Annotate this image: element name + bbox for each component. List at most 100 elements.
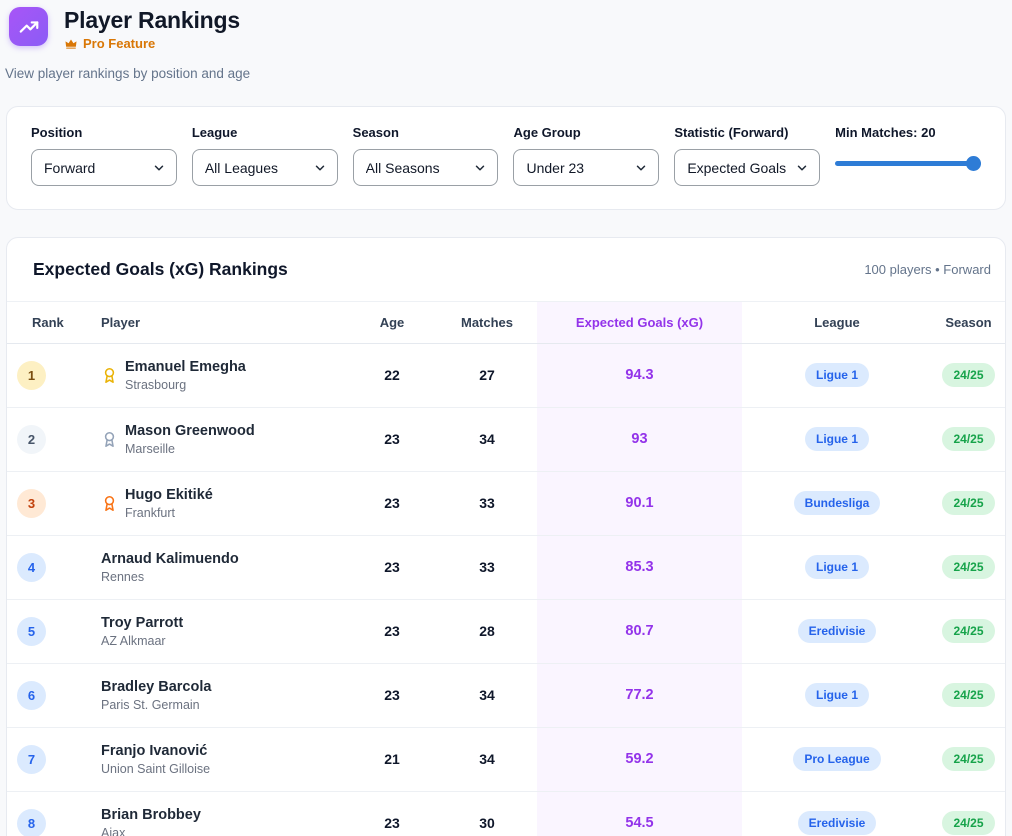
player-club: Marseille bbox=[125, 441, 176, 456]
title-block: Player Rankings Pro Feature bbox=[64, 7, 240, 51]
league-value: All Leagues bbox=[204, 159, 278, 176]
season-badge: 24/25 bbox=[942, 683, 995, 708]
min-matches-label: Min Matches: 20 bbox=[835, 125, 936, 141]
player-club: AZ Alkmaar bbox=[101, 633, 166, 648]
age-value: 23 bbox=[347, 599, 437, 664]
filter-position: Position Forward bbox=[31, 125, 177, 187]
column-header-xg: Expected Goals (xG) bbox=[537, 302, 742, 344]
xg-value: 90.1 bbox=[537, 471, 742, 536]
position-value: Forward bbox=[44, 159, 96, 176]
player-cell: Emanuel Emegha Strasbourg bbox=[77, 359, 347, 392]
matches-value: 34 bbox=[437, 727, 537, 792]
player-club: Frankfurt bbox=[125, 505, 176, 520]
position-select[interactable]: Forward bbox=[31, 149, 177, 187]
medal-icon bbox=[101, 495, 118, 512]
filter-league: League All Leagues bbox=[191, 125, 338, 187]
player-club: Rennes bbox=[101, 569, 145, 584]
season-badge: 24/25 bbox=[942, 427, 995, 452]
player-cell: Arnaud Kalimuendo Rennes bbox=[77, 551, 347, 584]
player-name: Bradley Barcola bbox=[101, 678, 212, 695]
page-header: Player Rankings Pro Feature View player … bbox=[0, 0, 1012, 81]
rankings-table: Rank Player Age Matches Expected Goals (… bbox=[7, 302, 1005, 836]
table-row: 8 Brian Brobbey Ajax 23 30 54.5 Eredivis… bbox=[7, 791, 1005, 836]
player-club: Strasbourg bbox=[125, 377, 187, 392]
filter-bar: Position Forward League All Leagues Seas… bbox=[6, 106, 1006, 211]
table-row: 7 Franjo Ivanović Union Saint Gilloise 2… bbox=[7, 727, 1005, 792]
chevron-down-icon bbox=[797, 165, 807, 171]
season-badge: 24/25 bbox=[942, 363, 995, 388]
age-value: 23 bbox=[347, 471, 437, 536]
page-title: Player Rankings bbox=[64, 7, 240, 33]
column-header-matches: Matches bbox=[437, 302, 537, 344]
chevron-down-icon bbox=[476, 165, 485, 171]
season-select[interactable]: All Seasons bbox=[352, 149, 499, 187]
season-badge: 24/25 bbox=[942, 555, 995, 580]
rankings-title: Expected Goals (xG) Rankings bbox=[33, 259, 288, 280]
league-badge: Ligue 1 bbox=[804, 363, 869, 388]
column-header-league: League bbox=[742, 302, 932, 344]
season-badge: 24/25 bbox=[942, 747, 995, 772]
slider-thumb[interactable] bbox=[965, 156, 981, 172]
season-badge: 24/25 bbox=[942, 619, 995, 644]
player-cell: Franjo Ivanović Union Saint Gilloise bbox=[77, 743, 347, 776]
column-header-season: Season bbox=[932, 302, 1005, 344]
rank-badge: 8 bbox=[17, 808, 46, 836]
player-name: Mason Greenwood bbox=[125, 422, 255, 439]
chevron-down-icon bbox=[315, 165, 324, 171]
matches-value: 34 bbox=[437, 663, 537, 728]
statistic-value: Expected Goals (xG) bbox=[687, 159, 789, 176]
xg-value: 77.2 bbox=[537, 663, 742, 728]
rankings-card: Expected Goals (xG) Rankings 100 players… bbox=[6, 237, 1006, 836]
table-row: 4 Arnaud Kalimuendo Rennes 23 33 85.3 Li… bbox=[7, 535, 1005, 600]
age-value: 22 bbox=[347, 343, 437, 408]
season-badge: 24/25 bbox=[942, 811, 995, 836]
rank-badge: 4 bbox=[17, 552, 46, 582]
statistic-label: Statistic (Forward) bbox=[674, 125, 789, 141]
age-value: 23 bbox=[347, 535, 437, 600]
matches-value: 28 bbox=[437, 599, 537, 664]
league-label: League bbox=[191, 125, 238, 141]
xg-value: 93 bbox=[537, 407, 742, 472]
league-badge: Ligue 1 bbox=[804, 427, 869, 452]
player-club: Ajax bbox=[101, 825, 126, 836]
player-club: Union Saint Gilloise bbox=[101, 761, 211, 776]
pro-feature-badge: Pro Feature bbox=[64, 36, 240, 51]
league-badge: Eredivisie bbox=[797, 811, 877, 836]
matches-value: 30 bbox=[437, 791, 537, 836]
position-label: Position bbox=[31, 125, 83, 141]
medal-icon bbox=[101, 431, 118, 448]
xg-value: 80.7 bbox=[537, 599, 742, 664]
rankings-card-header: Expected Goals (xG) Rankings 100 players… bbox=[7, 238, 1005, 303]
age-value: 23 bbox=[347, 791, 437, 836]
matches-value: 27 bbox=[437, 343, 537, 408]
age-group-select[interactable]: Under 23 bbox=[513, 149, 660, 187]
league-select[interactable]: All Leagues bbox=[191, 149, 338, 187]
table-row: 3 Hugo Ekitiké Frankfurt 23 33 90.1 Bund… bbox=[7, 471, 1005, 536]
season-value: All Seasons bbox=[365, 159, 440, 176]
rankings-summary: 100 players • Forward bbox=[864, 262, 991, 278]
player-name: Troy Parrott bbox=[101, 614, 184, 631]
matches-value: 33 bbox=[437, 535, 537, 600]
season-badge: 24/25 bbox=[942, 491, 995, 516]
chevron-down-icon bbox=[637, 165, 646, 171]
rank-badge: 7 bbox=[17, 744, 46, 774]
rank-badge: 6 bbox=[17, 680, 46, 710]
age-value: 21 bbox=[347, 727, 437, 792]
player-cell: Mason Greenwood Marseille bbox=[77, 423, 347, 456]
matches-value: 34 bbox=[437, 407, 537, 472]
statistic-select[interactable]: Expected Goals (xG) bbox=[674, 149, 821, 187]
rank-badge: 5 bbox=[17, 616, 46, 646]
min-matches-slider[interactable] bbox=[835, 156, 981, 172]
player-cell: Hugo Ekitiké Frankfurt bbox=[77, 487, 347, 520]
player-cell: Bradley Barcola Paris St. Germain bbox=[77, 679, 347, 712]
table-row: 6 Bradley Barcola Paris St. Germain 23 3… bbox=[7, 663, 1005, 728]
rank-badge: 3 bbox=[17, 488, 46, 518]
xg-value: 85.3 bbox=[537, 535, 742, 600]
table-row: 2 Mason Greenwood Marseille 23 34 93 Lig… bbox=[7, 407, 1005, 472]
league-badge: Pro League bbox=[793, 747, 881, 772]
player-name: Hugo Ekitiké bbox=[125, 486, 213, 503]
player-cell: Brian Brobbey Ajax bbox=[77, 807, 347, 836]
league-badge: Ligue 1 bbox=[804, 555, 869, 580]
column-header-player: Player bbox=[77, 302, 347, 344]
age-value: 23 bbox=[347, 407, 437, 472]
